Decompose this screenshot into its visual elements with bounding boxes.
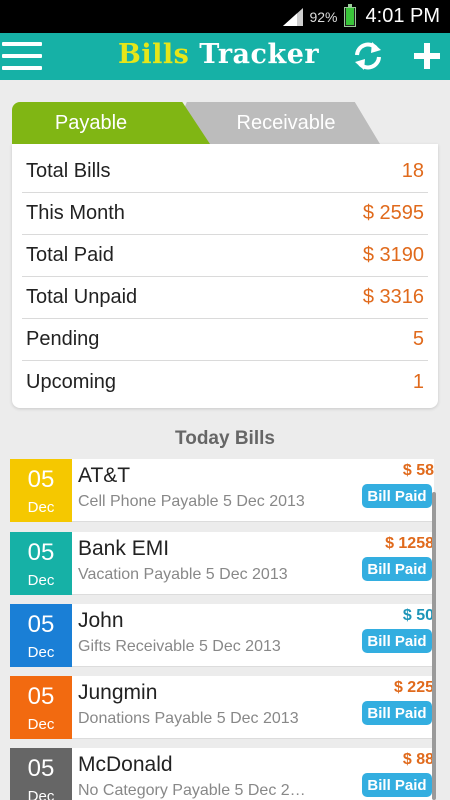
clock: 4:01 PM <box>365 5 440 27</box>
bill-date-month: Dec <box>27 716 55 733</box>
bill-date-day: 05 <box>27 611 55 638</box>
bill-amount: $ 1258 <box>385 535 434 552</box>
bill-name: McDonald <box>78 753 173 776</box>
bill-date-day: 05 <box>27 683 55 710</box>
battery-percentage: 92% <box>309 8 338 25</box>
bill-date-day: 05 <box>27 755 55 782</box>
menu-icon[interactable] <box>2 42 42 72</box>
bill-name: Bank EMI <box>78 537 170 560</box>
bill-list-item[interactable]: 05 Dec AT&T Cell Phone Payable 5 Dec 201… <box>10 459 434 522</box>
summary-card: Total Bills 18 This Month $ 2595 Total P… <box>12 144 438 408</box>
bill-date-month: Dec <box>27 572 55 589</box>
bill-date-badge: 05 Dec <box>10 748 72 800</box>
bill-date-day: 05 <box>27 539 55 566</box>
bill-date-month: Dec <box>27 788 55 800</box>
bill-meta: Donations Payable 5 Dec 2013 <box>78 710 299 727</box>
bill-paid-button[interactable]: Bill Paid <box>362 629 432 653</box>
summary-value: $ 3316 <box>362 286 424 308</box>
summary-label: This Month <box>26 202 125 224</box>
bill-paid-button[interactable]: Bill Paid <box>362 773 432 797</box>
summary-row-this-month[interactable]: This Month $ 2595 <box>22 193 428 235</box>
battery-icon <box>343 3 356 27</box>
summary-label: Total Unpaid <box>26 286 138 308</box>
bill-date-badge: 05 Dec <box>10 459 72 522</box>
app-title-part1: Bills <box>118 39 190 70</box>
bill-list-item[interactable]: 05 Dec Bank EMI Vacation Payable 5 Dec 2… <box>10 532 434 595</box>
summary-row-pending[interactable]: Pending 5 <box>22 319 428 361</box>
signal-icon <box>283 7 304 26</box>
bill-date-day: 05 <box>27 466 55 493</box>
bill-list-item[interactable]: 05 Dec Jungmin Donations Payable 5 Dec 2… <box>10 676 434 739</box>
bill-date-month: Dec <box>27 644 55 661</box>
app-title: Bills Tracker <box>118 39 319 70</box>
bill-name: AT&T <box>78 464 131 487</box>
summary-value: $ 3190 <box>362 244 424 266</box>
bill-date-month: Dec <box>27 499 55 516</box>
today-bills-title: Today Bills <box>175 428 275 449</box>
summary-row-upcoming[interactable]: Upcoming 1 <box>22 361 428 403</box>
summary-value: 5 <box>412 328 424 350</box>
status-bar: 92% 4:01 PM <box>0 0 450 33</box>
summary-row-total-unpaid[interactable]: Total Unpaid $ 3316 <box>22 277 428 319</box>
bill-meta: Gifts Receivable 5 Dec 2013 <box>78 638 281 655</box>
scrollbar-thumb[interactable] <box>432 492 436 800</box>
bill-name: John <box>78 609 124 632</box>
status-indicators: 92% 4:01 PM <box>283 0 440 33</box>
bill-date-badge: 05 Dec <box>10 676 72 739</box>
tab-receivable-label: Receivable <box>236 111 336 134</box>
bill-paid-button[interactable]: Bill Paid <box>362 701 432 725</box>
app-title-part2: Tracker <box>199 39 320 70</box>
summary-label: Upcoming <box>26 370 117 393</box>
bill-amount: $ 58 <box>402 462 434 479</box>
bill-amount: $ 88 <box>402 751 434 768</box>
bill-meta: Cell Phone Payable 5 Dec 2013 <box>78 493 305 510</box>
bill-paid-button[interactable]: Bill Paid <box>362 484 432 508</box>
bill-paid-button[interactable]: Bill Paid <box>362 557 432 581</box>
refresh-icon[interactable] <box>352 40 384 72</box>
summary-row-total-paid[interactable]: Total Paid $ 3190 <box>22 235 428 277</box>
bill-amount: $ 50 <box>402 607 434 624</box>
summary-value: 18 <box>401 160 424 182</box>
bill-name: Jungmin <box>78 681 158 704</box>
app-bar: Bills Tracker <box>0 33 450 80</box>
bill-amount: $ 225 <box>393 679 434 696</box>
add-icon[interactable] <box>410 39 444 73</box>
bill-date-badge: 05 Dec <box>10 532 72 595</box>
summary-label: Total Bills <box>26 160 111 182</box>
bill-meta: No Category Payable 5 Dec 2013 <box>78 782 310 799</box>
bill-date-badge: 05 Dec <box>10 604 72 667</box>
bill-list-item[interactable]: 05 Dec John Gifts Receivable 5 Dec 2013 … <box>10 604 434 667</box>
tab-payable-label: Payable <box>54 111 128 134</box>
bill-list[interactable]: 05 Dec AT&T Cell Phone Payable 5 Dec 201… <box>10 459 434 800</box>
bill-list-item[interactable]: 05 Dec McDonald No Category Payable 5 De… <box>10 748 434 800</box>
summary-label: Total Paid <box>26 244 114 266</box>
bill-meta: Vacation Payable 5 Dec 2013 <box>78 566 288 583</box>
summary-label: Pending <box>26 328 100 350</box>
summary-value: $ 2595 <box>362 202 424 224</box>
summary-row-total-bills[interactable]: Total Bills 18 <box>22 151 428 193</box>
tab-payable[interactable]: Payable <box>12 102 210 144</box>
summary-value: 1 <box>412 370 424 393</box>
